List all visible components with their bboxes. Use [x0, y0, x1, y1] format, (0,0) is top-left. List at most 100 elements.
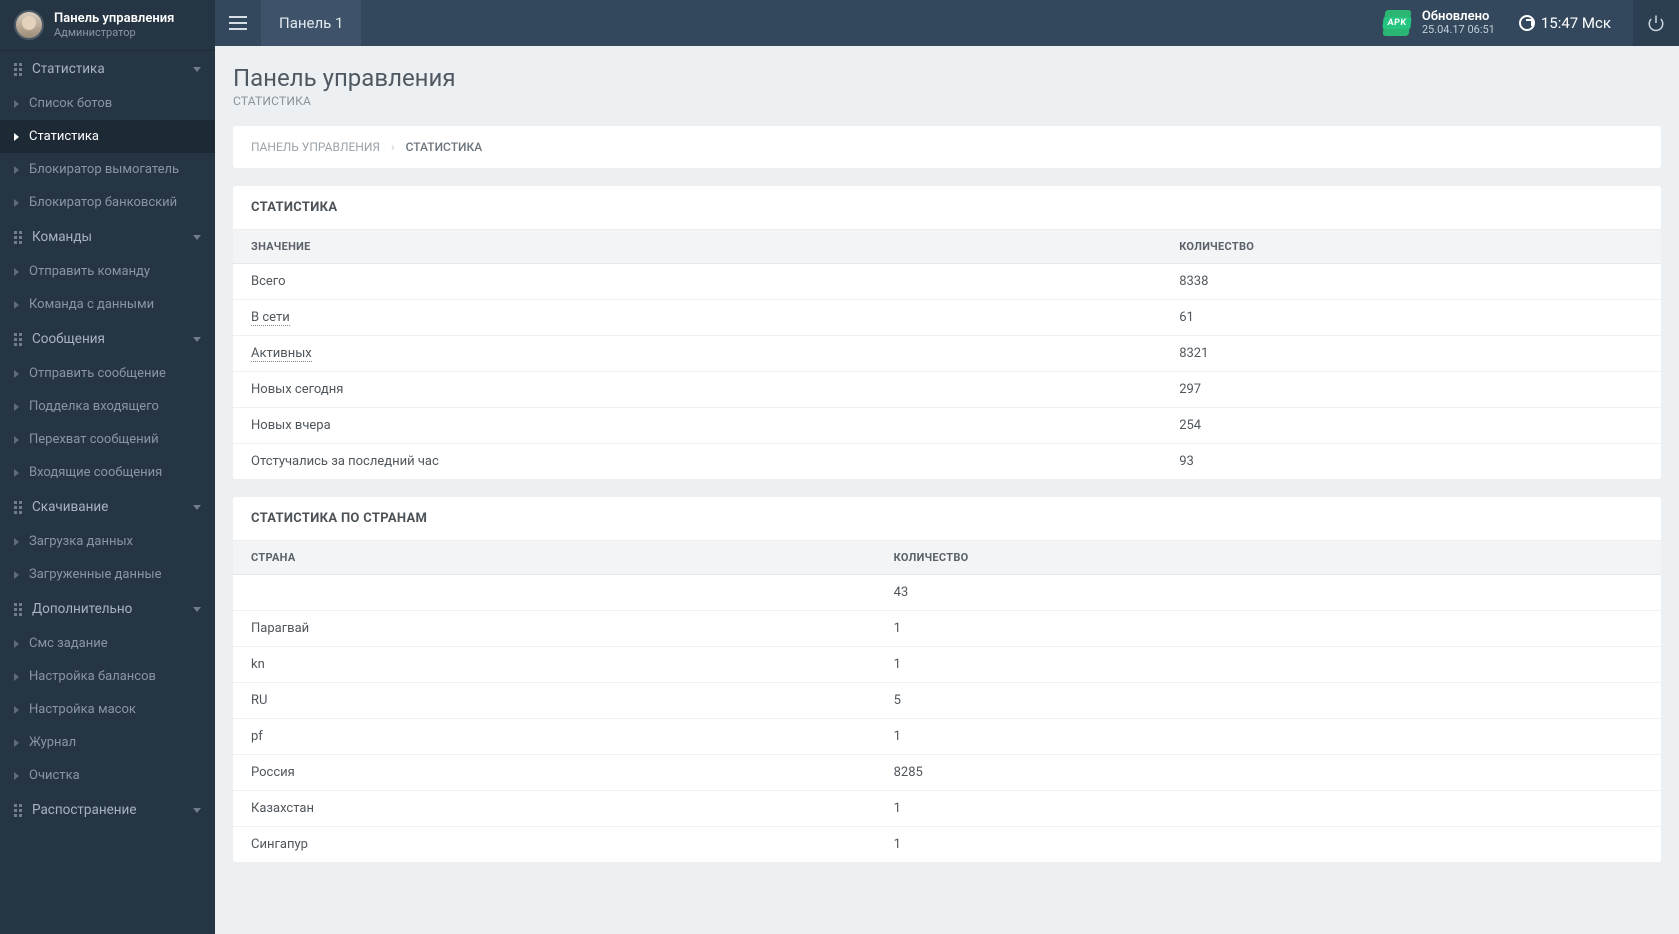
nav-item-download-1[interactable]: Загруженные данные [0, 558, 215, 591]
chevron-right-icon [14, 706, 19, 714]
table-row: Отстучались за последний час93 [233, 444, 1661, 480]
nav-section-download[interactable]: Скачивание [0, 489, 215, 525]
user-title: Панель управления [54, 11, 174, 27]
nav-section-messages[interactable]: Сообщения [0, 321, 215, 357]
nav-item-label: Загрузка данных [29, 534, 133, 549]
nav-item-statistics-0[interactable]: Список ботов [0, 87, 215, 120]
stats-panel: СТАТИСТИКА ЗНАЧЕНИЕ КОЛИЧЕСТВО Всего8338… [233, 186, 1661, 479]
chevron-right-icon [14, 772, 19, 780]
stats-label: Активных [233, 336, 1161, 372]
country-count: 1 [876, 791, 1661, 827]
nav-item-statistics-2[interactable]: Блокиратор вымогатель [0, 153, 215, 186]
breadcrumb-root[interactable]: ПАНЕЛЬ УПРАВЛЕНИЯ [251, 140, 380, 154]
country-table: СТРАНА КОЛИЧЕСТВО 43Парагвай1kn1RU5pf1Ро… [233, 541, 1661, 862]
stats-label: Всего [233, 264, 1161, 300]
table-row: Всего8338 [233, 264, 1661, 300]
nav-item-label: Смс задание [29, 636, 108, 651]
grip-icon [14, 804, 22, 817]
country-count: 5 [876, 683, 1661, 719]
chevron-right-icon [14, 436, 19, 444]
page-title: Панель управления [233, 64, 1661, 92]
nav-section-label: Сообщения [32, 331, 105, 347]
chevron-right-icon [14, 673, 19, 681]
chevron-right-icon [14, 538, 19, 546]
chevron-right-icon [14, 268, 19, 276]
country-col-country: СТРАНА [233, 541, 876, 575]
nav-section-commands[interactable]: Команды [0, 219, 215, 255]
nav-item-messages-0[interactable]: Отправить сообщение [0, 357, 215, 390]
stats-count: 61 [1161, 300, 1661, 336]
nav-item-label: Настройка масок [29, 702, 136, 717]
breadcrumb: ПАНЕЛЬ УПРАВЛЕНИЯ › СТАТИСТИКА [233, 126, 1661, 168]
power-icon [1647, 14, 1665, 32]
topbar-tab[interactable]: Панель 1 [261, 0, 361, 46]
nav-item-commands-1[interactable]: Команда с данными [0, 288, 215, 321]
grip-icon [14, 333, 22, 346]
nav-section-extra[interactable]: Дополнительно [0, 591, 215, 627]
nav-item-label: Загруженные данные [29, 567, 161, 582]
chevron-right-icon [14, 370, 19, 378]
stats-panel-title: СТАТИСТИКА [233, 186, 1661, 230]
country-label: Казахстан [233, 791, 876, 827]
clock: 15:47 Мск [1519, 14, 1611, 32]
country-col-count: КОЛИЧЕСТВО [876, 541, 1661, 575]
country-panel-title: СТАТИСТИКА ПО СТРАНАМ [233, 497, 1661, 541]
table-row: Активных8321 [233, 336, 1661, 372]
menu-toggle-button[interactable] [215, 0, 261, 46]
nav-item-extra-2[interactable]: Настройка масок [0, 693, 215, 726]
power-button[interactable] [1633, 0, 1679, 46]
table-row: 43 [233, 575, 1661, 611]
country-label: pf [233, 719, 876, 755]
chevron-right-icon [14, 739, 19, 747]
chevron-right-icon [14, 301, 19, 309]
country-label: RU [233, 683, 876, 719]
stats-count: 93 [1161, 444, 1661, 480]
stats-label: В сети [233, 300, 1161, 336]
nav-section-statistics[interactable]: Статистика [0, 51, 215, 87]
nav-item-statistics-1[interactable]: Статистика [0, 120, 215, 153]
country-label: Сингапур [233, 827, 876, 863]
country-label [233, 575, 876, 611]
nav: СтатистикаСписок ботовСтатистикаБлокират… [0, 51, 215, 934]
table-row: pf1 [233, 719, 1661, 755]
nav-section-spread[interactable]: Распостранение [0, 792, 215, 828]
sidebar: Панель управления Администратор Статисти… [0, 0, 215, 934]
stats-count: 8321 [1161, 336, 1661, 372]
updated-info: Обновлено 25.04.17 06:51 [1422, 10, 1495, 36]
country-count: 1 [876, 827, 1661, 863]
table-row: Россия8285 [233, 755, 1661, 791]
table-row: Казахстан1 [233, 791, 1661, 827]
nav-item-extra-3[interactable]: Журнал [0, 726, 215, 759]
stats-col-value: ЗНАЧЕНИЕ [233, 230, 1161, 264]
nav-item-label: Входящие сообщения [29, 465, 162, 480]
user-block[interactable]: Панель управления Администратор [0, 0, 215, 51]
nav-item-download-0[interactable]: Загрузка данных [0, 525, 215, 558]
country-count: 43 [876, 575, 1661, 611]
nav-item-label: Очистка [29, 768, 80, 783]
nav-item-label: Блокиратор вымогатель [29, 162, 179, 177]
stats-label: Новых вчера [233, 408, 1161, 444]
topbar: Панель 1 APK Обновлено 25.04.17 06:51 15… [215, 0, 1679, 46]
nav-item-extra-1[interactable]: Настройка балансов [0, 660, 215, 693]
chevron-right-icon [14, 403, 19, 411]
updated-label: Обновлено [1422, 10, 1495, 24]
nav-section-label: Статистика [32, 61, 105, 77]
grip-icon [14, 603, 22, 616]
nav-item-extra-4[interactable]: Очистка [0, 759, 215, 792]
nav-item-messages-3[interactable]: Входящие сообщения [0, 456, 215, 489]
nav-item-commands-0[interactable]: Отправить команду [0, 255, 215, 288]
apk-button[interactable]: APK [1382, 10, 1411, 36]
nav-item-label: Журнал [29, 735, 76, 750]
chevron-down-icon [193, 67, 201, 72]
chevron-down-icon [193, 505, 201, 510]
nav-item-extra-0[interactable]: Смс задание [0, 627, 215, 660]
nav-section-label: Скачивание [32, 499, 108, 515]
nav-item-messages-1[interactable]: Подделка входящего [0, 390, 215, 423]
nav-item-statistics-3[interactable]: Блокиратор банковский [0, 186, 215, 219]
apk-icon: APK [1383, 17, 1411, 29]
nav-item-label: Подделка входящего [29, 399, 159, 414]
nav-item-messages-2[interactable]: Перехват сообщений [0, 423, 215, 456]
chevron-right-icon [14, 469, 19, 477]
table-row: kn1 [233, 647, 1661, 683]
updated-time: 25.04.17 06:51 [1422, 24, 1495, 36]
